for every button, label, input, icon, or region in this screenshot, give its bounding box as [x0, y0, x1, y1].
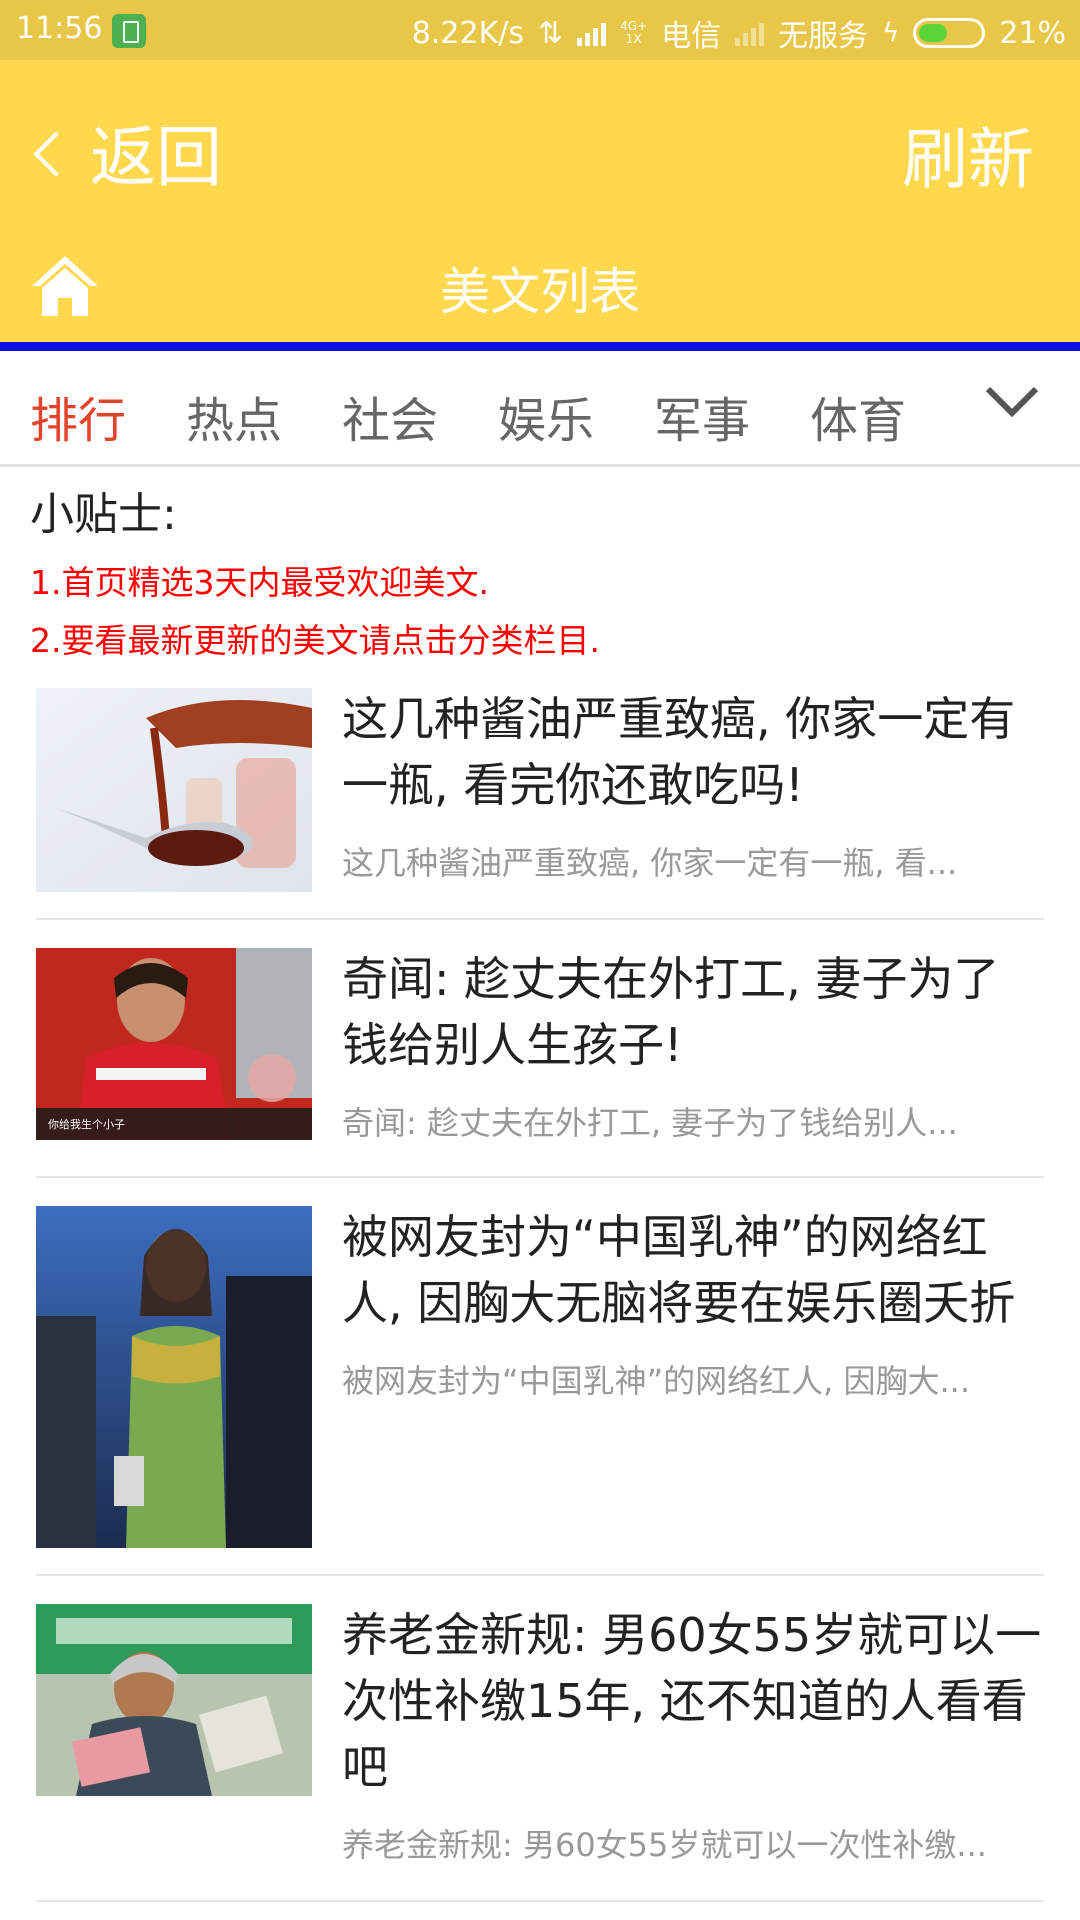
tab-hot[interactable]: 热点: [186, 381, 282, 451]
tab-society[interactable]: 社会: [342, 381, 438, 451]
carrier-name: 电信: [661, 19, 722, 54]
article-summary: 奇闻: 趁丈夫在外打工, 妻子为了钱给别人...: [342, 1104, 958, 1142]
battery-percent: 21%: [999, 15, 1066, 51]
article-title: 养老金新规: 男60女55岁就可以一次性补缴15年, 还不知道的人看看吧: [342, 1608, 1042, 1794]
news-item[interactable]: 被网友封为“中国乳神”的网络红人, 因胸大无脑将要在娱乐圈夭折 被网友封为“中国…: [36, 1178, 1044, 1576]
article-thumbnail: [36, 1604, 312, 1796]
article-thumbnail: [36, 688, 312, 892]
notification-app-icon: [112, 14, 146, 48]
battery-icon: [913, 18, 986, 48]
back-button[interactable]: 返回: [33, 104, 222, 200]
no-signal-icon: [735, 20, 765, 46]
tab-sports[interactable]: 体育: [810, 381, 906, 451]
signal-icon: [577, 20, 607, 46]
charging-icon: ϟ: [882, 18, 900, 48]
status-bar: 11:56 8.22K/s ⇅ 4G+ 1X 电信 无服务 ϟ 21%: [0, 0, 1080, 60]
network-speed: 8.22K/s: [411, 15, 525, 51]
article-title: 被网友封为“中国乳神”的网络红人, 因胸大无脑将要在娱乐圈夭折: [342, 1210, 1016, 1330]
top-nav-bar: 返回 刷新: [0, 60, 1080, 228]
refresh-button[interactable]: 刷新: [902, 106, 1034, 202]
tab-entertainment[interactable]: 娱乐: [498, 381, 594, 451]
status-time: 11:56: [16, 11, 103, 46]
tips-section: 小贴士: 1.首页精选3天内最受欢迎美文. 2.要看最新更新的美文请点击分类栏目…: [30, 478, 600, 662]
tips-title: 小贴士:: [30, 489, 177, 540]
news-item[interactable]: 你给我生个小子 奇闻: 趁丈夫在外打工, 妻子为了钱给别人生孩子! 奇闻: 趁丈…: [36, 920, 1044, 1178]
title-bar: 美文列表: [0, 228, 1080, 342]
carrier-status: 无服务: [778, 19, 869, 54]
tip-line: 2.要看最新更新的美文请点击分类栏目.: [30, 621, 600, 660]
article-summary: 这几种酱油严重致癌, 你家一定有一瓶, 看...: [342, 844, 958, 882]
tip-line: 1.首页精选3天内最受欢迎美文.: [30, 563, 489, 602]
title-divider: [0, 342, 1080, 351]
tab-ranking[interactable]: 排行: [30, 381, 126, 451]
category-tabs: 排行 热点 社会 娱乐 军事 体育: [0, 351, 1080, 467]
article-title: 这几种酱油严重致癌, 你家一定有一瓶, 看完你还敢吃吗!: [342, 692, 1016, 812]
chevron-down-icon[interactable]: [984, 373, 1040, 429]
article-summary: 被网友封为“中国乳神”的网络红人, 因胸大...: [342, 1362, 971, 1400]
data-arrows-icon: ⇅: [538, 15, 564, 51]
article-title: 奇闻: 趁丈夫在外打工, 妻子为了钱给别人生孩子!: [342, 952, 1000, 1072]
chevron-left-icon: [33, 131, 79, 177]
news-item[interactable]: 这几种酱油严重致癌, 你家一定有一瓶, 看完你还敢吃吗! 这几种酱油严重致癌, …: [36, 680, 1044, 920]
article-thumbnail: [36, 1206, 312, 1548]
news-item[interactable]: 养老金新规: 男60女55岁就可以一次性补缴15年, 还不知道的人看看吧 养老金…: [36, 1576, 1044, 1902]
thumbnail-caption: 你给我生个小子: [48, 1117, 125, 1131]
network-type: 4G+ 1X: [620, 19, 648, 46]
tab-military[interactable]: 军事: [654, 381, 750, 451]
article-summary: 养老金新规: 男60女55岁就可以一次性补缴...: [342, 1826, 987, 1864]
page-title: 美文列表: [440, 263, 640, 321]
article-thumbnail: 你给我生个小子: [36, 948, 312, 1140]
back-label: 返回: [90, 119, 222, 196]
